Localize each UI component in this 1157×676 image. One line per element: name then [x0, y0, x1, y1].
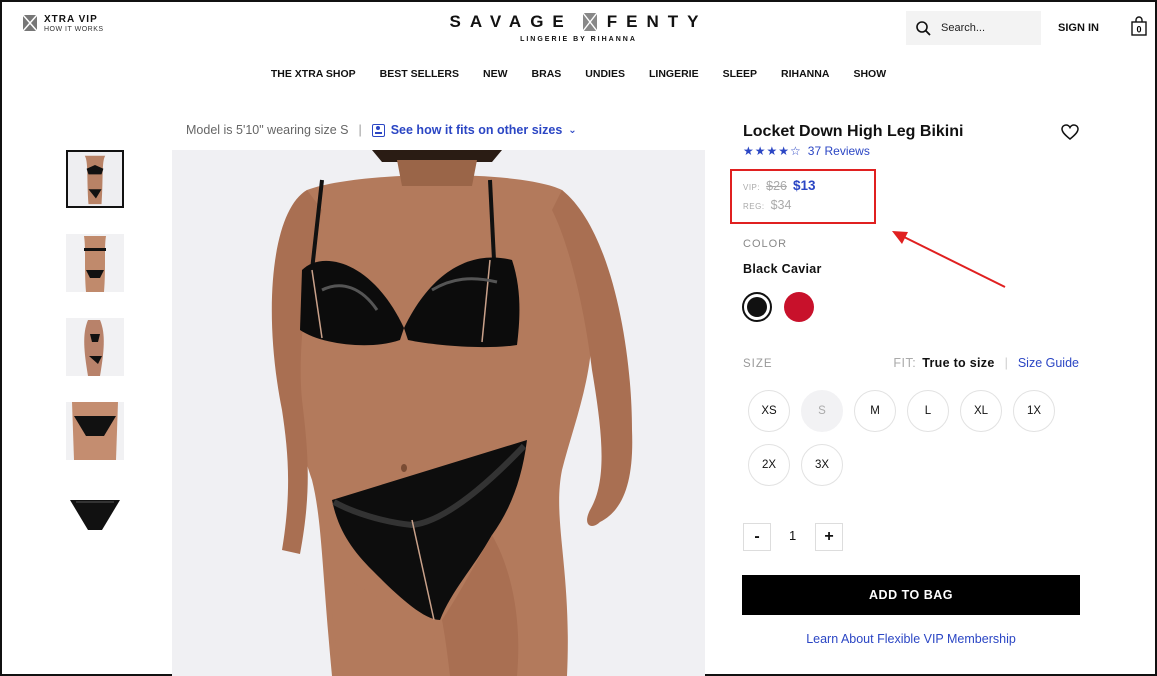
size-button-1x[interactable]: 1X [1013, 390, 1055, 432]
fit-info: FIT: True to size | Size Guide [893, 356, 1079, 370]
nav-item-lingerie[interactable]: LINGERIE [649, 68, 699, 80]
quantity-decrease-button[interactable]: - [743, 523, 771, 551]
add-to-bag-button[interactable]: ADD TO BAG [742, 575, 1080, 615]
thumbnail-side-image [66, 318, 124, 376]
color-swatch-black[interactable] [742, 292, 772, 322]
size-button-s[interactable]: S [801, 390, 843, 432]
see-fit-link-text: See how it fits on other sizes [390, 123, 563, 137]
shopping-bag-icon[interactable]: 0 [1131, 16, 1147, 36]
size-button-2x[interactable]: 2X [748, 444, 790, 486]
thumbnail-rear-image [66, 402, 124, 460]
thumbnail-rear[interactable] [66, 402, 124, 460]
thumbnail-flat[interactable] [66, 486, 124, 544]
search-box[interactable]: Search... [906, 11, 1041, 45]
fit-value: True to size [922, 356, 995, 370]
thumbnail-front-image [68, 152, 122, 206]
model-photo [172, 150, 705, 676]
nav-item-show[interactable]: SHOW [853, 68, 886, 80]
heart-icon[interactable] [1061, 124, 1079, 140]
main-product-image[interactable] [172, 150, 705, 676]
person-frame-icon [371, 123, 385, 137]
size-guide-link[interactable]: Size Guide [1018, 356, 1079, 370]
regular-price-row: REG: $34 [743, 198, 791, 212]
size-button-l[interactable]: L [907, 390, 949, 432]
nav-item-xtra-shop[interactable]: THE XTRA SHOP [271, 68, 356, 80]
thumbnail-front[interactable] [66, 150, 124, 208]
selected-color-name: Black Caviar [743, 262, 822, 276]
nav-item-rihanna[interactable]: RIHANNA [781, 68, 829, 80]
color-label: COLOR [743, 238, 788, 250]
size-button-3x[interactable]: 3X [801, 444, 843, 486]
product-title: Locket Down High Leg Bikini [743, 123, 964, 140]
size-label: SIZE [743, 358, 773, 370]
thumbnail-flat-image [66, 486, 124, 544]
regular-price-label: REG: [743, 202, 765, 211]
fit-label: FIT: [893, 356, 917, 370]
brand-word-savage: SAVAGE [449, 12, 573, 31]
thumbnail-back[interactable] [66, 234, 124, 292]
learn-vip-membership-link[interactable]: Learn About Flexible VIP Membership [742, 632, 1080, 646]
main-nav: THE XTRA SHOP BEST SELLERS NEW BRAS UNDI… [0, 68, 1157, 80]
nav-item-sleep[interactable]: SLEEP [723, 68, 757, 80]
sign-in-link[interactable]: SIGN IN [1058, 22, 1099, 34]
reviews-link[interactable]: 37 Reviews [808, 144, 870, 158]
chevron-down-icon: ⌄ [568, 124, 577, 136]
product-rating[interactable]: ★★★★☆ 37 Reviews [743, 144, 870, 158]
thumbnail-back-image [66, 234, 124, 292]
color-swatch-red[interactable] [784, 292, 814, 322]
nav-item-best-sellers[interactable]: BEST SELLERS [380, 68, 459, 80]
quantity-increase-button[interactable]: + [815, 523, 843, 551]
see-fit-other-sizes-link[interactable]: See how it fits on other sizes ⌄ [371, 123, 577, 137]
vip-sale-price: $13 [792, 178, 816, 193]
bag-count: 0 [1136, 25, 1141, 35]
size-button-xs[interactable]: XS [748, 390, 790, 432]
regular-price: $34 [770, 198, 792, 212]
nav-item-new[interactable]: NEW [483, 68, 508, 80]
size-button-xl[interactable]: XL [960, 390, 1002, 432]
size-button-m[interactable]: M [854, 390, 896, 432]
model-size-text: Model is 5'10" wearing size S [186, 123, 349, 137]
nav-item-bras[interactable]: BRAS [532, 68, 562, 80]
search-icon [916, 20, 931, 36]
vip-price-row: VIP: $26 $13 [743, 178, 816, 193]
fit-separator: | [1004, 356, 1008, 370]
quantity-value: 1 [789, 528, 797, 543]
brand-word-fenty: FENTY [606, 12, 708, 31]
brand-x-icon [582, 13, 597, 31]
model-fit-line: Model is 5'10" wearing size S | See how … [186, 123, 577, 137]
annotation-arrow-icon [892, 231, 1006, 288]
search-placeholder: Search... [941, 22, 986, 34]
fit-line-separator: | [358, 123, 362, 137]
vip-original-price: $26 [766, 179, 787, 193]
nav-item-undies[interactable]: UNDIES [585, 68, 625, 80]
thumbnail-side[interactable] [66, 318, 124, 376]
vip-price-label: VIP: [743, 183, 761, 192]
rating-stars-icon: ★★★★☆ [743, 144, 802, 158]
